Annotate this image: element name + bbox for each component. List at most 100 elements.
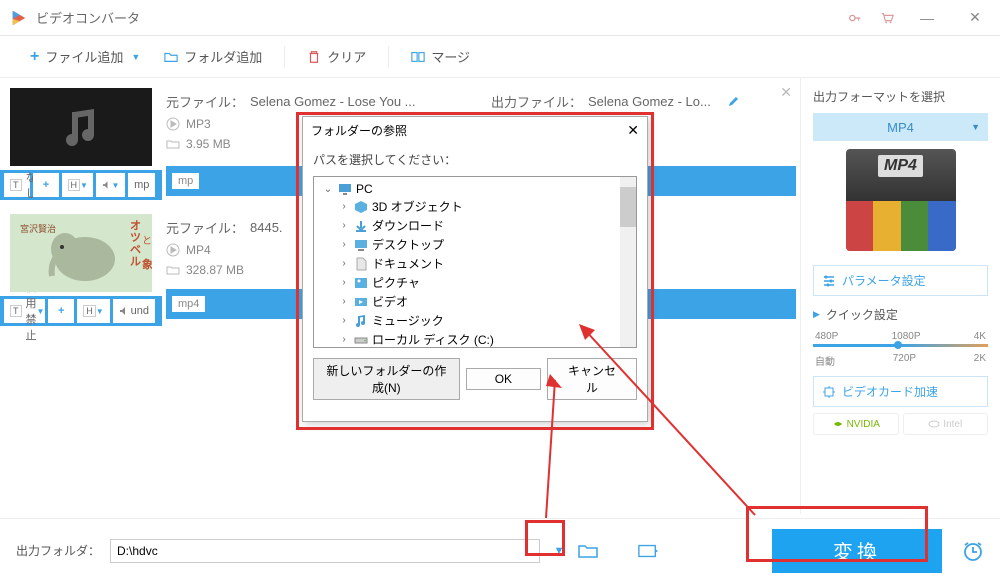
audio-select[interactable]: und <box>113 299 155 323</box>
trash-icon <box>307 50 321 64</box>
dialog-message: パスを選択してください： <box>303 143 647 176</box>
quick-settings-title: クイック設定 <box>813 306 988 323</box>
app-logo-icon <box>10 9 28 27</box>
folder-browse-dialog: フォルダーの参照 ✕ パスを選択してください： ⌄PC›3D オブジェクト›ダウ… <box>302 116 648 422</box>
out-fmt-label: mp <box>172 173 199 189</box>
svg-text:オ: オ <box>130 219 141 232</box>
play-icon <box>166 243 180 257</box>
music-note-icon <box>56 102 106 152</box>
size-value: 328.87 MB <box>186 263 244 277</box>
main-toolbar: + ファイル追加 ▼ フォルダ追加 クリア マージ <box>0 36 1000 78</box>
cancel-button[interactable]: キャンセル <box>547 358 637 400</box>
param-settings-label: パラメータ設定 <box>842 272 926 289</box>
sliders-icon <box>822 274 836 288</box>
tree-item[interactable]: ›デスクトップ <box>318 235 632 254</box>
chevron-down-icon: ▼ <box>131 52 140 62</box>
edit-icon[interactable] <box>727 96 739 108</box>
toolbar-separator <box>388 46 389 68</box>
add-file-label: ファイル追加 <box>45 47 123 66</box>
tree-scrollbar[interactable] <box>620 177 636 347</box>
add-subtitle-button[interactable]: + <box>33 173 59 197</box>
tree-item[interactable]: ›ビデオ <box>318 292 632 311</box>
merge-button[interactable]: マージ <box>401 43 480 70</box>
audio-value: und <box>131 305 149 317</box>
output-folder-label: 出力フォルダ： <box>16 542 100 559</box>
output-folder-input[interactable] <box>110 539 540 563</box>
svg-text:象: 象 <box>142 257 152 271</box>
src-file-label: 元ファイル： <box>166 92 244 111</box>
convert-label: 変換 <box>833 536 881 565</box>
tree-item[interactable]: ›ミュージック <box>318 311 632 330</box>
resolution-slider[interactable] <box>813 344 988 347</box>
size-value: 3.95 MB <box>186 137 231 151</box>
tree-item[interactable]: ›ピクチャ <box>318 273 632 292</box>
minimize-button[interactable]: — <box>912 8 942 28</box>
bottom-bar: 出力フォルダ： ▼ 変換 <box>0 518 1000 582</box>
subtitle-bar: Tなし▼ + H▼ ▼ mp <box>0 170 162 200</box>
chevron-down-icon: ▼ <box>971 122 980 132</box>
format-thumb-label: MP4 <box>878 155 923 177</box>
out-file-label: 出力ファイル： <box>491 92 582 111</box>
folder-tree[interactable]: ⌄PC›3D オブジェクト›ダウンロード›デスクトップ›ドキュメント›ピクチャ›… <box>313 176 637 348</box>
tree-item[interactable]: ⌄PC <box>318 181 632 197</box>
speaker-icon <box>102 180 111 190</box>
audio-select[interactable]: ▼ <box>96 173 125 197</box>
file-thumbnail[interactable]: 宮沢賢治オツベルと象 <box>10 214 152 292</box>
hardsub-button[interactable]: H▼ <box>77 299 109 323</box>
tree-item[interactable]: ›ドキュメント <box>318 254 632 273</box>
new-folder-button[interactable]: 新しいフォルダーの作成(N) <box>313 358 460 400</box>
dialog-close-button[interactable]: ✕ <box>627 122 639 139</box>
dialog-title: フォルダーの参照 <box>311 122 627 139</box>
add-folder-button[interactable]: フォルダ追加 <box>154 43 272 70</box>
src-file-name: 8445. <box>250 220 283 235</box>
src-file-name: Selena Gomez - Lose You ... <box>250 94 416 109</box>
gpu-accel-button[interactable]: ビデオカード加速 <box>813 376 988 407</box>
play-icon <box>166 117 180 131</box>
chip-icon <box>822 385 836 399</box>
clear-button[interactable]: クリア <box>297 43 376 70</box>
resolution-row-bot: 自動 720P 2K <box>813 353 988 368</box>
format-select[interactable]: MP4 ▼ <box>813 113 988 141</box>
output-folder-dropdown[interactable]: ▼ <box>550 545 568 557</box>
src-file-label: 元ファイル： <box>166 218 244 237</box>
tree-item[interactable]: ›ローカル ディスク (C:) <box>318 330 632 348</box>
subtitle-select[interactable]: Tなし▼ <box>4 173 30 197</box>
subtitle-bar: T使用禁止▼ + H▼ und <box>0 296 162 326</box>
output-sidebar: 出力フォーマットを選択 MP4 ▼ MP4 パラメータ設定 クイック設定 480… <box>800 78 1000 514</box>
folder-icon <box>166 263 180 277</box>
svg-text:宮沢賢治: 宮沢賢治 <box>20 223 56 234</box>
ok-button[interactable]: OK <box>466 368 541 390</box>
tree-item[interactable]: ›ダウンロード <box>318 216 632 235</box>
add-folder-label: フォルダ追加 <box>184 47 262 66</box>
parameter-settings-button[interactable]: パラメータ設定 <box>813 265 988 296</box>
add-subtitle-button[interactable]: + <box>48 299 74 323</box>
audio-fmt[interactable]: mp <box>128 173 155 197</box>
gpu-accel-label: ビデオカード加速 <box>842 383 938 400</box>
sidebar-title: 出力フォーマットを選択 <box>813 88 988 105</box>
clear-label: クリア <box>327 47 366 66</box>
out-file-name: Selena Gomez - Lo... <box>588 94 711 109</box>
plus-icon: + <box>30 48 39 66</box>
nvidia-logo: NVIDIA <box>813 413 899 435</box>
resolution-row-top: 480P 1080P 4K <box>813 331 988 342</box>
tree-item[interactable]: ›3D オブジェクト <box>318 197 632 216</box>
subtitle-select[interactable]: T使用禁止▼ <box>4 299 45 323</box>
format-value: MP3 <box>186 117 211 131</box>
svg-text:ベ: ベ <box>130 244 141 256</box>
browse-icon[interactable] <box>638 543 658 559</box>
format-thumbnail: MP4 <box>846 149 956 251</box>
key-icon[interactable] <box>848 11 862 25</box>
folder-icon <box>164 50 178 64</box>
svg-text:ツ: ツ <box>130 232 141 244</box>
remove-file-button[interactable]: ✕ <box>780 84 792 101</box>
schedule-icon[interactable] <box>962 540 984 562</box>
close-button[interactable]: ✕ <box>960 8 990 28</box>
convert-button[interactable]: 変換 <box>772 529 942 573</box>
cart-icon[interactable] <box>880 11 894 25</box>
hardsub-button[interactable]: H▼ <box>62 173 93 197</box>
file-thumbnail[interactable] <box>10 88 152 166</box>
add-file-button[interactable]: + ファイル追加 ▼ <box>20 43 150 70</box>
open-folder-icon[interactable] <box>578 543 598 559</box>
merge-label: マージ <box>431 47 470 66</box>
svg-text:ル: ル <box>130 256 141 268</box>
